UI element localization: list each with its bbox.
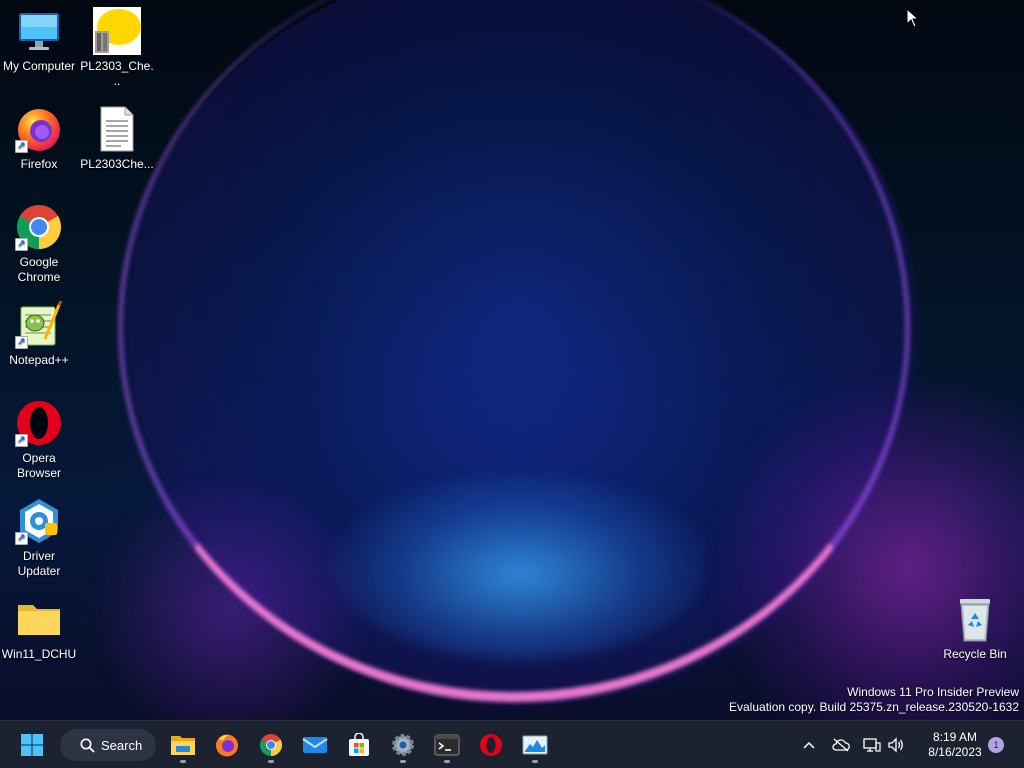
shortcut-arrow-icon: ↗	[15, 140, 28, 153]
taskbar: Search 8:19 AM 8/16/2023 1	[0, 720, 1024, 768]
show-hidden-icons-chevron[interactable]	[799, 735, 819, 755]
taskbar-firefox[interactable]	[207, 725, 247, 765]
opera-icon: ↗	[15, 399, 63, 447]
taskbar-mail[interactable]	[295, 725, 335, 765]
shortcut-arrow-icon: ↗	[15, 532, 28, 545]
taskbar-chrome[interactable]	[251, 725, 291, 765]
desktop-icon-pl2303-doc[interactable]: PL2303Che...	[79, 105, 155, 172]
chevron-up-icon	[803, 741, 815, 749]
taskbar-search[interactable]: Search	[60, 729, 156, 761]
desktop-icon-opera[interactable]: ↗ Opera Browser	[1, 399, 77, 481]
desktop-icon-driver-updater[interactable]: ↗ Driver Updater	[1, 497, 77, 579]
watermark-edition: Windows 11 Pro Insider Preview	[847, 685, 1019, 699]
taskbar-photos[interactable]	[515, 725, 555, 765]
terminal-icon	[434, 734, 460, 756]
shortcut-arrow-icon: ↗	[15, 434, 28, 447]
text-document-icon	[93, 105, 141, 153]
desktop-icon-label: PL2303_Che...	[80, 59, 154, 88]
running-indicator	[444, 760, 450, 763]
running-indicator	[180, 760, 186, 763]
driver-updater-icon: ↗	[15, 497, 63, 545]
running-indicator	[268, 760, 274, 763]
microsoft-store-icon	[349, 733, 369, 756]
desktop-icon-chrome[interactable]: ↗ Google Chrome	[1, 203, 77, 285]
tray-onedrive[interactable]	[831, 735, 851, 755]
running-indicator	[400, 760, 406, 763]
recycle-bin-icon	[951, 595, 999, 643]
taskbar-file-explorer[interactable]	[163, 725, 203, 765]
desktop-icon-my-computer[interactable]: My Computer	[1, 7, 77, 74]
cloud-offline-icon	[832, 738, 850, 752]
mouse-cursor-icon	[906, 7, 920, 28]
desktop-icon-label: Recycle Bin	[943, 647, 1007, 661]
speaker-icon	[888, 737, 903, 753]
chrome-icon: ↗	[15, 203, 63, 251]
shortcut-arrow-icon: ↗	[15, 238, 28, 251]
monitor-icon	[15, 7, 63, 55]
os-watermark: Windows 11 Pro Insider Preview Evaluatio…	[729, 685, 1019, 715]
desktop-icon-win11-dchu[interactable]: Win11_DCHU	[1, 595, 77, 662]
desktop-icon-label: PL2303Che...	[80, 157, 154, 171]
taskbar-opera[interactable]	[471, 725, 511, 765]
desktop-icon-label: Opera Browser	[16, 451, 61, 480]
pl2303-app-icon	[93, 7, 141, 55]
desktop-icon-recycle-bin[interactable]: Recycle Bin	[937, 595, 1013, 662]
clock-date: 8/16/2023	[928, 745, 982, 759]
desktop-icon-label: Win11_DCHU	[1, 647, 77, 661]
shortcut-arrow-icon: ↗	[15, 336, 28, 349]
taskbar-settings[interactable]	[383, 725, 423, 765]
network-icon	[863, 738, 881, 752]
tray-volume[interactable]	[886, 735, 906, 755]
clock-time: 8:19 AM	[932, 730, 978, 744]
settings-icon	[392, 734, 414, 756]
watermark-build: Evaluation copy. Build 25375.zn_release.…	[729, 700, 1019, 714]
photos-icon	[522, 735, 548, 755]
running-indicator	[532, 760, 538, 763]
firefox-icon	[216, 734, 238, 757]
firefox-icon: ↗	[15, 105, 63, 153]
notification-badge[interactable]: 1	[988, 737, 1004, 753]
tray-network[interactable]	[862, 735, 882, 755]
desktop-icon-label: Firefox	[20, 157, 58, 171]
taskbar-clock[interactable]: 8:19 AM 8/16/2023	[918, 730, 992, 760]
folder-icon	[15, 595, 63, 643]
desktop-icon-pl2303-app[interactable]: PL2303_Che...	[79, 7, 155, 89]
start-button[interactable]	[12, 725, 52, 765]
file-explorer-icon	[171, 736, 195, 755]
opera-icon	[480, 734, 502, 756]
notepadpp-icon: ↗	[15, 300, 63, 349]
search-icon	[80, 738, 95, 753]
taskbar-microsoft-store[interactable]	[339, 725, 379, 765]
desktop-icon-label: Notepad++	[9, 353, 69, 367]
desktop-icon-label: My Computer	[2, 59, 76, 73]
desktop-icon-firefox[interactable]: ↗ Firefox	[1, 105, 77, 172]
search-label: Search	[101, 737, 143, 753]
desktop-icon-label: Google Chrome	[17, 255, 61, 284]
desktop-icon-notepadpp[interactable]: ↗ Notepad++	[1, 300, 77, 368]
taskbar-terminal[interactable]	[427, 725, 467, 765]
mail-icon	[302, 737, 328, 753]
chrome-icon	[260, 734, 282, 756]
desktop-icon-label: Driver Updater	[17, 549, 61, 578]
windows-logo-icon	[21, 734, 43, 756]
